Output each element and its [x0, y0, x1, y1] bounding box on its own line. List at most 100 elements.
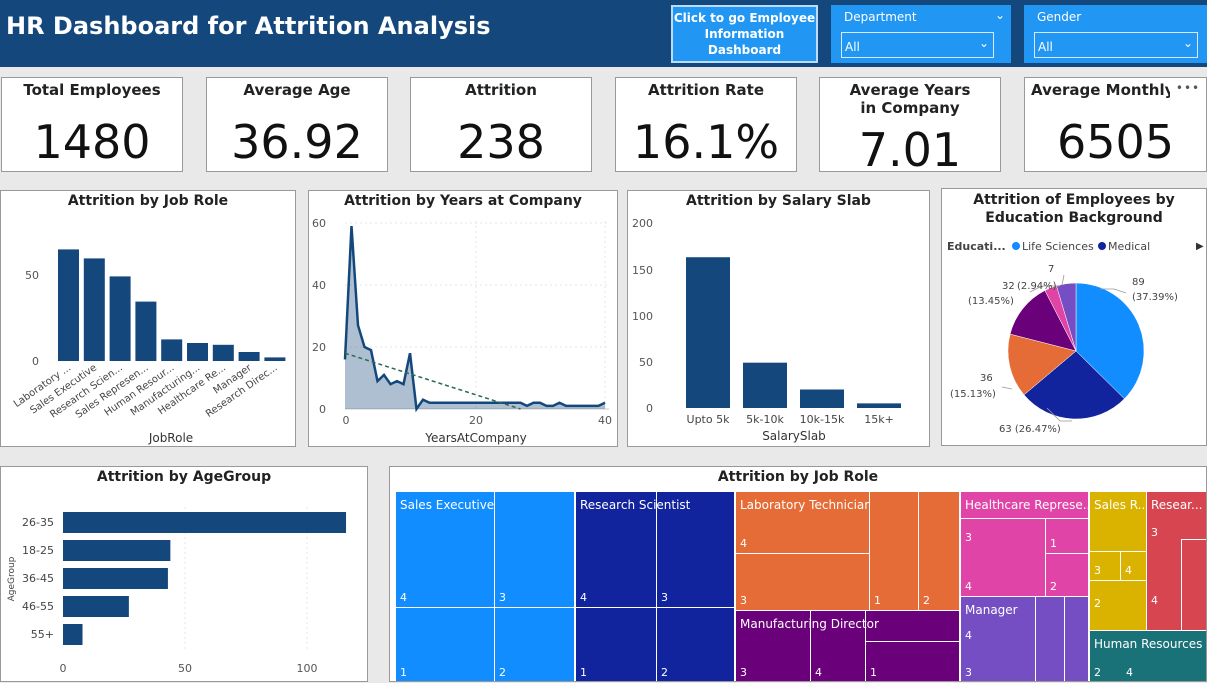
treemap-subtile[interactable]: 3	[1089, 551, 1121, 581]
kpi-card-average-years: Average Years in Company 7.01	[819, 77, 1001, 176]
treemap-subtile[interactable]	[1181, 539, 1206, 631]
bar[interactable]	[800, 389, 844, 409]
bar[interactable]	[161, 339, 183, 361]
bar[interactable]	[63, 596, 129, 617]
department-dropdown[interactable]: All ⌄	[841, 32, 994, 58]
treemap-subtile[interactable]	[1035, 596, 1065, 681]
tile-value: 2	[1050, 580, 1057, 593]
tile-value: 1	[870, 666, 877, 679]
tile-value: 1	[1050, 537, 1057, 550]
tile-label: Sales R...	[1094, 498, 1150, 512]
kpi-card-average-monthly-income: Average Monthly Inc 6505 •••	[1024, 77, 1207, 172]
y-tick-label: 36-45	[22, 572, 54, 585]
dashboard-title: HR Dashboard for Attrition Analysis	[6, 12, 491, 40]
tile-label: Healthcare Represe...	[965, 498, 1095, 512]
y-tick-label: 50	[639, 356, 653, 369]
bar[interactable]	[58, 249, 79, 361]
treemap-subtile[interactable]: 2	[918, 491, 960, 611]
bar[interactable]	[857, 403, 901, 408]
tile-value: 3	[499, 591, 506, 604]
treemap-tile-human-resources[interactable]: Human Resources 2 4	[1089, 630, 1206, 681]
treemap-subtile[interactable]: 4	[575, 491, 657, 608]
x-axis-label: SalarySlab	[762, 429, 826, 443]
bar[interactable]	[63, 512, 347, 533]
tile-value: 2	[499, 666, 506, 679]
kpi-card-attrition-rate: Attrition Rate 16.1%	[615, 77, 797, 172]
bar[interactable]	[63, 624, 83, 645]
y-tick-label: 55+	[31, 628, 54, 641]
treemap-subtile[interactable]: 2	[656, 607, 735, 681]
tile-value: 3	[740, 594, 747, 607]
tile-label: Human Resources	[1094, 637, 1203, 651]
legend-marker	[1012, 242, 1020, 250]
tile-label: Resear...	[1151, 498, 1203, 512]
treemap-subtile[interactable]: 2	[1089, 580, 1147, 631]
treemap-subtile[interactable]: 1	[869, 491, 919, 611]
bar[interactable]	[135, 301, 157, 361]
treemap-subtile[interactable]: 3	[735, 553, 870, 611]
treemap-subtile[interactable]: 1	[1045, 518, 1089, 554]
y-tick-label: 100	[632, 310, 653, 323]
data-label: 89	[1132, 277, 1145, 288]
treemap-subtile[interactable]: 4	[395, 491, 495, 608]
treemap-subtile[interactable]: 1	[395, 607, 495, 681]
treemap-subtile[interactable]: 2	[494, 607, 575, 681]
tile-label: Manager	[965, 603, 1018, 617]
bar[interactable]	[212, 344, 234, 361]
treemap-subtile[interactable]: 3	[494, 491, 575, 608]
treemap-subtile[interactable]: 1	[575, 607, 657, 681]
tile-value: 3	[740, 666, 747, 679]
x-tick-label: 10k-15k	[800, 413, 845, 426]
treemap-subtile[interactable]: 3	[656, 491, 735, 608]
bar[interactable]	[83, 258, 105, 361]
gender-dropdown[interactable]: All ⌄	[1034, 32, 1198, 58]
tile-value: 4	[1126, 666, 1133, 679]
treemap-subtile[interactable]: 4	[1120, 551, 1147, 581]
treemap-subtile[interactable]: 3	[735, 610, 811, 681]
tile-value: 4	[740, 537, 747, 550]
age-group-bar-chart: Attrition by AgeGroup AgeGroup 26-35 18-…	[0, 466, 368, 682]
x-tick-label: 0	[343, 414, 350, 427]
tile-value: 3	[965, 666, 972, 679]
treemap-subtile[interactable]: 34	[960, 518, 1046, 597]
bar[interactable]	[187, 343, 208, 361]
kpi-value: 238	[457, 115, 545, 169]
bar[interactable]	[109, 276, 131, 361]
x-tick-label: 0	[60, 662, 67, 675]
series-area	[345, 226, 605, 409]
bar[interactable]	[63, 540, 171, 561]
legend-marker	[1098, 242, 1106, 250]
legend-item[interactable]: Medical	[1108, 240, 1150, 253]
data-label: (15.13%)	[950, 389, 996, 400]
kpi-card-total-employees: Total Employees 1480	[1, 77, 183, 172]
kpi-value: 16.1%	[632, 115, 780, 169]
tile-value: 4	[580, 591, 587, 604]
data-label: (2.94%)	[1017, 281, 1057, 292]
bar[interactable]	[686, 257, 730, 408]
dropdown-arrow-icon: ⌄	[978, 36, 989, 50]
department-slicer-label: Department	[844, 10, 917, 24]
more-options-icon[interactable]: •••	[1170, 78, 1206, 98]
treemap-subtile[interactable]	[1064, 596, 1089, 681]
employee-dashboard-nav-button[interactable]: Click to go Employee Information Dashboa…	[671, 5, 818, 63]
treemap-subtile[interactable]: 4	[810, 610, 866, 681]
legend-item[interactable]: Life Sciences	[1022, 240, 1094, 253]
y-tick-label: 20	[312, 341, 326, 354]
bar[interactable]	[743, 362, 787, 408]
x-axis-label: JobRole	[148, 431, 193, 445]
treemap-subtile[interactable]: 2	[1045, 553, 1089, 597]
data-label: 7	[1048, 264, 1054, 275]
kpi-value: 36.92	[231, 115, 363, 169]
tile-value: 4	[1151, 594, 1158, 607]
tile-value: 2	[661, 666, 668, 679]
chevron-down-icon[interactable]: ⌄	[995, 8, 1005, 22]
bar[interactable]	[264, 357, 286, 361]
legend-next-arrow-icon[interactable]: ▶	[1196, 241, 1204, 252]
y-tick-label: 50	[25, 269, 39, 282]
treemap-subtile[interactable]: 4	[735, 491, 870, 554]
bar[interactable]	[238, 352, 260, 361]
tile-value: 4	[815, 666, 822, 679]
bar[interactable]	[63, 568, 168, 589]
treemap-subtile[interactable]: 1	[865, 641, 960, 681]
tile-value: 3	[965, 531, 972, 544]
